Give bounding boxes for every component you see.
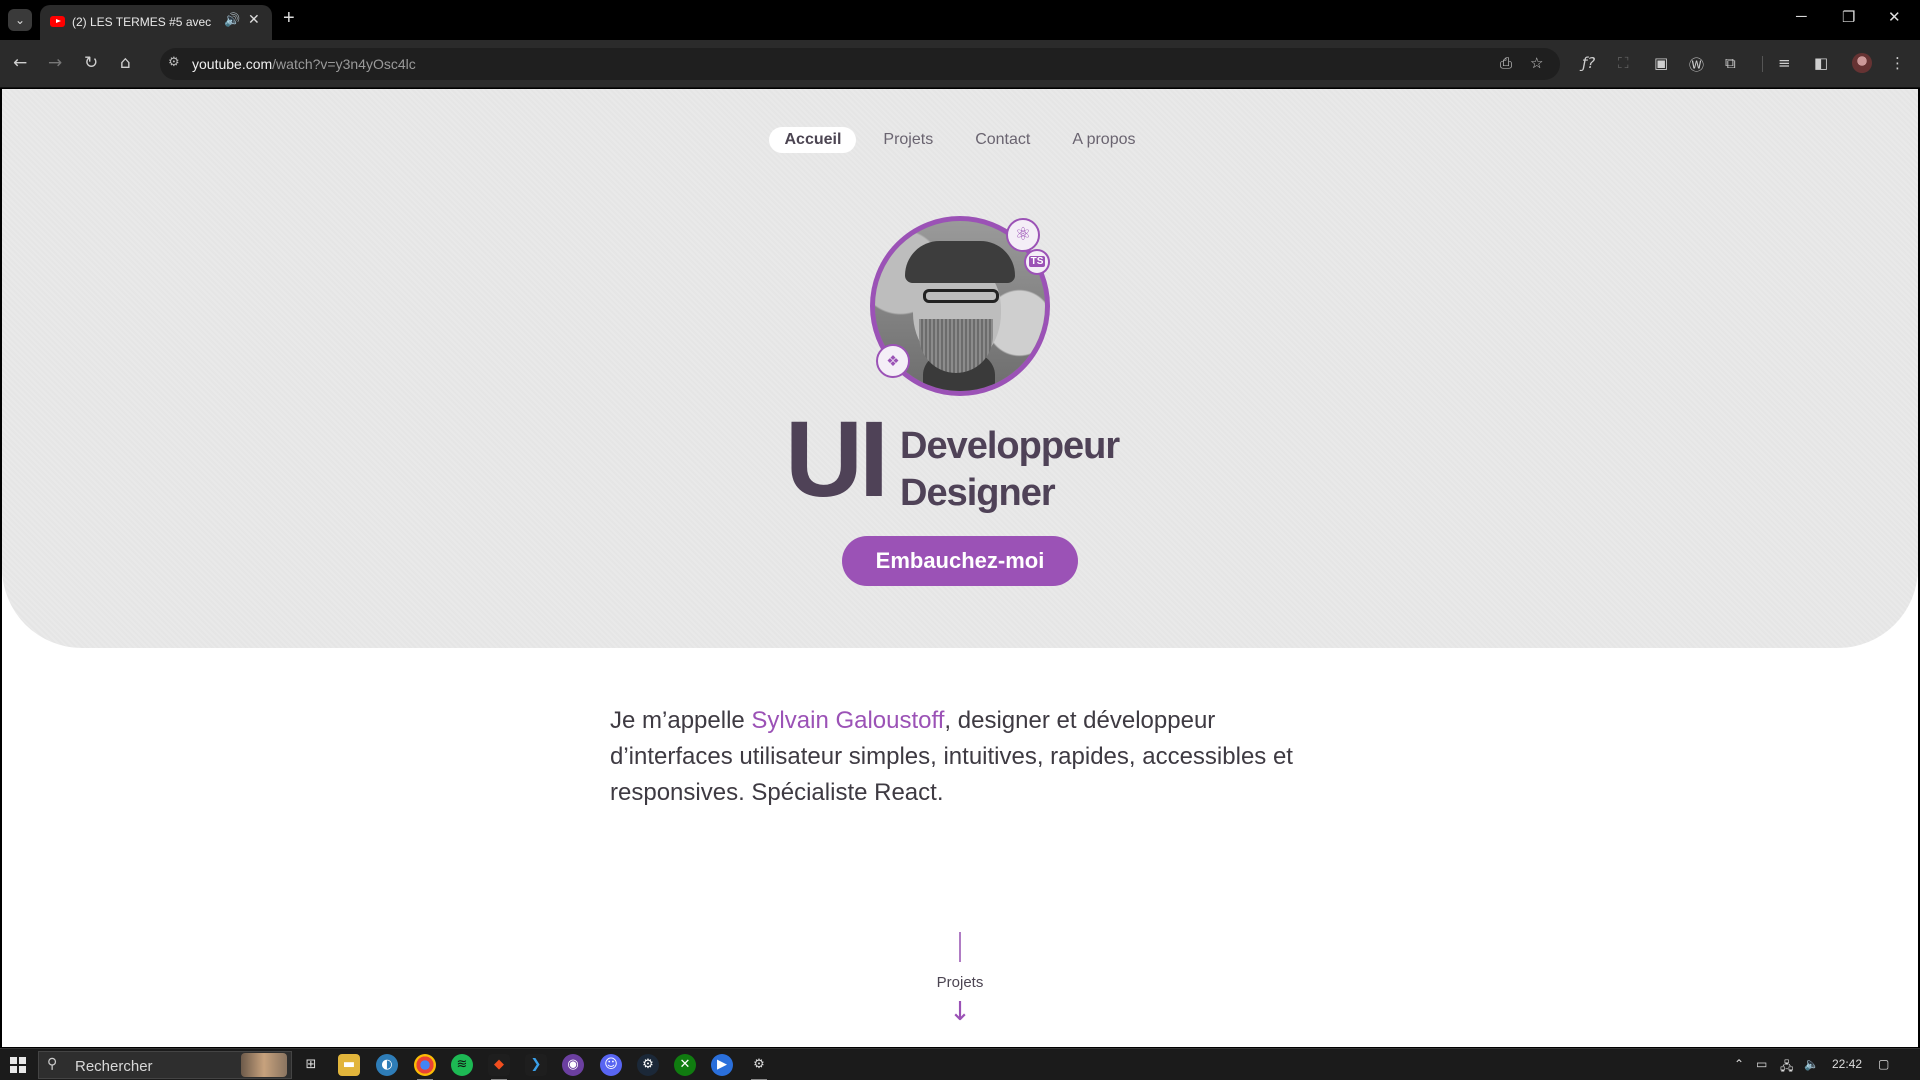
- address-bar[interactable]: ⚙ youtube.com/watch?v=y3n4yOsc4lc ⎙ ☆: [160, 48, 1560, 80]
- back-icon[interactable]: ←: [13, 53, 27, 73]
- profile-avatar[interactable]: [1852, 53, 1872, 73]
- spotify-icon[interactable]: ≋: [451, 1054, 473, 1076]
- figma-app-icon[interactable]: ◆: [488, 1054, 510, 1080]
- task-view-icon[interactable]: ⊞: [300, 1054, 322, 1076]
- notifications-icon[interactable]: ▢: [1878, 1057, 1889, 1071]
- headline-designer: Designer: [900, 472, 1056, 514]
- speaker-icon[interactable]: 🔊: [224, 13, 240, 28]
- headline-developpeur: Developpeur: [900, 425, 1120, 467]
- headline: UI Developpeur Designer: [785, 405, 1185, 517]
- media-icon[interactable]: ≡: [1778, 54, 1791, 72]
- network-icon[interactable]: 🖧: [1780, 1057, 1793, 1078]
- hire-me-button[interactable]: Embauchez-moi: [842, 536, 1078, 586]
- tray-chevron-icon[interactable]: ⌃: [1734, 1057, 1744, 1071]
- author-name-link[interactable]: Sylvain Galoustoff: [751, 707, 944, 734]
- taskbar: ⚲ Rechercher ⊞ ▬ ◐ ≋ ◆ ❯ ◉ ☺ ⚙ ✕ ▶ ⚙ ⌃ ▭…: [0, 1048, 1920, 1080]
- browser-app-icon[interactable]: ◐: [376, 1054, 398, 1076]
- home-icon[interactable]: ⌂: [120, 53, 131, 73]
- page-viewport: Accueil Projets Contact A propos ⚛ TS ❖ UI …: [2, 89, 1918, 1047]
- arrow-down-icon: ↓: [949, 997, 971, 1027]
- nav-contact[interactable]: Contact: [960, 127, 1045, 153]
- xbox-icon[interactable]: ✕: [674, 1054, 696, 1076]
- side-panel-icon[interactable]: ◧: [1814, 54, 1828, 72]
- discord-icon[interactable]: ☺: [600, 1054, 622, 1076]
- forward-icon[interactable]: →: [48, 53, 62, 73]
- extensions-icon[interactable]: ⧉: [1725, 54, 1736, 72]
- chrome-icon[interactable]: [414, 1054, 436, 1080]
- volume-icon[interactable]: 🔈: [1804, 1057, 1819, 1071]
- clock[interactable]: 22:42: [1832, 1057, 1862, 1071]
- file-explorer-icon[interactable]: ▬: [338, 1054, 360, 1076]
- nav-projets[interactable]: Projets: [868, 127, 948, 153]
- tab-list-icon[interactable]: ⌄: [8, 9, 32, 31]
- nav-a-propos[interactable]: A propos: [1057, 127, 1150, 153]
- menu-icon[interactable]: ⋮: [1890, 54, 1905, 72]
- search-highlight-image: [241, 1053, 287, 1077]
- react-icon: ⚛: [1006, 218, 1040, 252]
- taskbar-search[interactable]: ⚲ Rechercher: [38, 1051, 292, 1079]
- install-icon[interactable]: ⎙: [1500, 54, 1512, 72]
- extension-function-icon[interactable]: ƒ?: [1582, 54, 1595, 72]
- youtube-favicon: [50, 16, 65, 27]
- figma-icon: ❖: [876, 344, 910, 378]
- avatar-group: ⚛ TS ❖: [870, 216, 1050, 396]
- window-close-icon[interactable]: ✕: [1888, 8, 1901, 26]
- browser-tab-active[interactable]: (2) LES TERMES #5 avec @E 🔊 ✕: [40, 5, 272, 40]
- site-navigation: Accueil Projets Contact A propos: [2, 127, 1918, 157]
- app-purple-icon[interactable]: ◉: [562, 1054, 584, 1076]
- hero-section: Accueil Projets Contact A propos ⚛ TS ❖ UI …: [2, 89, 1918, 648]
- bookmark-star-icon[interactable]: ☆: [1530, 54, 1543, 72]
- headline-ui: UI: [785, 398, 889, 519]
- extension-screenshot-icon[interactable]: ⛶: [1618, 54, 1629, 72]
- url-text[interactable]: youtube.com/watch?v=y3n4yOsc4lc: [192, 56, 416, 72]
- nav-accueil[interactable]: Accueil: [769, 127, 857, 153]
- tray-device-icon[interactable]: ▭: [1756, 1057, 1767, 1071]
- extension-w-icon[interactable]: Ⓦ: [1689, 54, 1704, 75]
- restore-icon[interactable]: ❐: [1842, 8, 1855, 26]
- intro-paragraph: Je m’appelle Sylvain Galoustoff, designe…: [610, 707, 1293, 806]
- minimize-icon[interactable]: ─: [1796, 8, 1807, 25]
- new-tab-icon[interactable]: +: [283, 7, 295, 30]
- search-placeholder: Rechercher: [75, 1058, 153, 1075]
- tab-title: (2) LES TERMES #5 avec @E: [72, 15, 212, 29]
- site-info-icon[interactable]: ⚙: [168, 55, 180, 70]
- vscode-icon[interactable]: ❯: [525, 1054, 547, 1076]
- scroll-to-projects[interactable]: Projets ↓: [910, 932, 1010, 1025]
- reload-icon[interactable]: ↻: [84, 53, 98, 73]
- extension-n-icon[interactable]: ▣: [1654, 54, 1668, 72]
- tab-bar: ⌄ (2) LES TERMES #5 avec @E 🔊 ✕ + ─ ❐ ✕: [0, 0, 1920, 40]
- settings-icon[interactable]: ⚙: [748, 1054, 770, 1080]
- search-icon: ⚲: [47, 1056, 58, 1072]
- scroll-line: [959, 932, 961, 962]
- scroll-label: Projets: [936, 974, 984, 991]
- toolbar-separator: [1762, 56, 1763, 72]
- browser-toolbar: ← → ↻ ⌂ ⚙ youtube.com/watch?v=y3n4yOsc4l…: [0, 40, 1920, 88]
- typescript-badge: TS: [1024, 249, 1050, 275]
- close-icon[interactable]: ✕: [248, 12, 260, 28]
- windows-start-icon[interactable]: [10, 1057, 26, 1073]
- steam-icon[interactable]: ⚙: [637, 1054, 659, 1076]
- app-blue-icon[interactable]: ▶: [711, 1054, 733, 1076]
